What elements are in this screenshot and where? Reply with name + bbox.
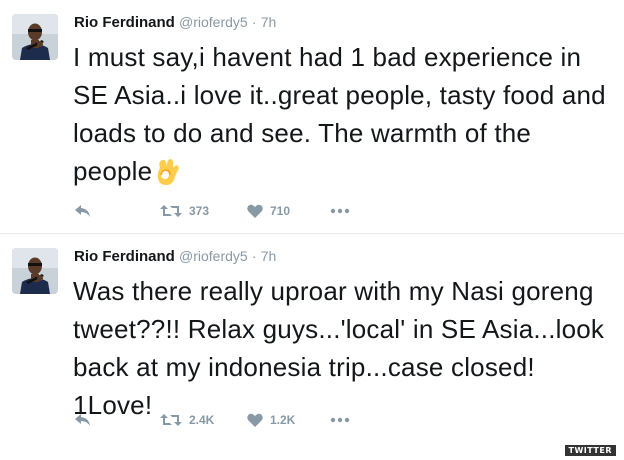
tweet-2[interactable]: Rio Ferdinand @rioferdy5 · 7h Was there … (0, 234, 624, 446)
tweet-actions: 373 710 (74, 201, 614, 221)
reply-icon (75, 414, 90, 426)
tweet-text: I must say,i havent had 1 bad experience… (73, 38, 613, 196)
separator-dot: · (251, 14, 257, 30)
like-button[interactable]: 1.2K (247, 410, 295, 430)
author-name[interactable]: Rio Ferdinand (74, 248, 175, 265)
author-handle[interactable]: @rioferdy5 (179, 14, 248, 30)
retweet-count: 2.4K (189, 413, 215, 427)
tweet-actions: 2.4K 1.2K (74, 410, 614, 430)
author-name[interactable]: Rio Ferdinand (74, 14, 175, 31)
like-button[interactable]: 710 (247, 201, 290, 221)
retweet-button[interactable]: 2.4K (160, 410, 214, 430)
avatar[interactable] (12, 248, 58, 294)
retweet-icon (160, 414, 182, 426)
heart-icon (247, 204, 263, 218)
heart-icon (247, 413, 263, 427)
retweet-count: 373 (189, 204, 210, 218)
retweet-icon (160, 205, 182, 217)
timestamp[interactable]: 7h (261, 14, 277, 30)
tweet-text: Was there really uproar with my Nasi gor… (73, 276, 605, 420)
tweet-text-content: I must say,i havent had 1 bad experience… (73, 42, 606, 186)
tweet-header: Rio Ferdinand @rioferdy5 · 7h (74, 13, 276, 32)
tweet-1[interactable]: Rio Ferdinand @rioferdy5 · 7h I must say… (0, 0, 624, 233)
more-dots-icon (330, 417, 350, 423)
timestamp[interactable]: 7h (261, 248, 277, 264)
retweet-button[interactable]: 373 (160, 201, 209, 221)
reply-icon (75, 205, 90, 217)
avatar[interactable] (12, 14, 58, 60)
like-count: 1.2K (270, 413, 296, 427)
reply-button[interactable] (74, 201, 92, 221)
more-button[interactable] (330, 201, 350, 221)
author-handle[interactable]: @rioferdy5 (179, 248, 248, 264)
reply-button[interactable] (74, 410, 92, 430)
tweet-screenshot: Rio Ferdinand @rioferdy5 · 7h I must say… (0, 0, 624, 460)
ok-hand-icon (154, 154, 184, 196)
like-count: 710 (270, 204, 291, 218)
tweet-header: Rio Ferdinand @rioferdy5 · 7h (74, 247, 276, 266)
watermark: TWITTER (564, 445, 616, 456)
separator-dot: · (251, 248, 257, 264)
more-button[interactable] (330, 410, 350, 430)
more-dots-icon (330, 208, 350, 214)
